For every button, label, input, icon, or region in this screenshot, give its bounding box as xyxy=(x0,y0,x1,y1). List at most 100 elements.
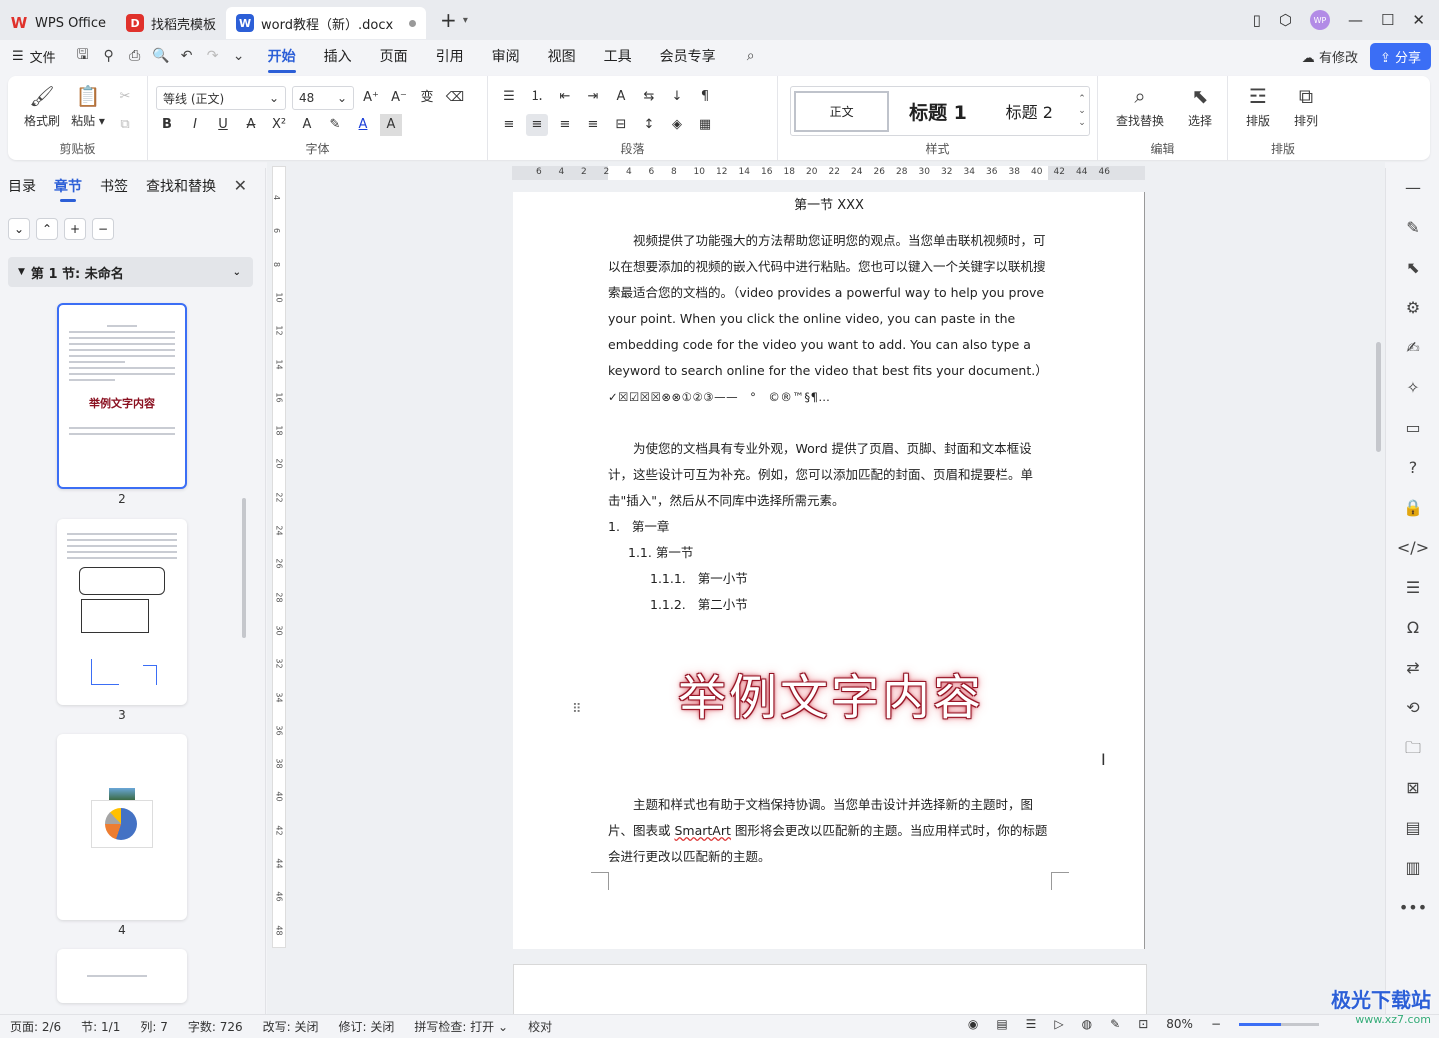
cube-icon[interactable]: ⬡ xyxy=(1279,11,1292,29)
eye-icon[interactable]: ◉ xyxy=(968,1017,978,1031)
ai-write-icon[interactable]: ✍ xyxy=(1386,328,1439,368)
list-item[interactable]: 1.1.1. 第一小节 xyxy=(608,566,1055,592)
bullet-list-icon[interactable]: ☰ xyxy=(498,86,520,108)
pen-view-icon[interactable]: ✎ xyxy=(1110,1017,1120,1031)
select-button[interactable]: ⬉ 选择 xyxy=(1178,84,1222,129)
tab-wps-office[interactable]: W WPS Office xyxy=(0,7,116,39)
more-icon[interactable]: ••• xyxy=(1386,888,1439,928)
superscript-icon[interactable]: X² xyxy=(268,114,290,136)
menu-tab-page[interactable]: 页面 xyxy=(380,46,408,66)
outline-view-icon[interactable]: ☰ xyxy=(1026,1017,1037,1031)
paragraph-2[interactable]: 为使您的文档具有专业外观，Word 提供了页眉、页脚、封面和文本框设计，这些设计… xyxy=(608,436,1055,514)
status-words[interactable]: 字数: 726 xyxy=(188,1018,243,1035)
share-button[interactable]: ⇪ 分享 xyxy=(1369,43,1431,70)
history-icon[interactable]: ⟲ xyxy=(1386,688,1439,728)
menu-tab-view[interactable]: 视图 xyxy=(548,46,576,66)
page-thumbnail-2[interactable]: 举例文字内容 xyxy=(57,303,187,489)
status-spellcheck[interactable]: 拼写检查: 打开 ⌄ xyxy=(414,1018,508,1035)
avatar[interactable]: WP xyxy=(1309,10,1330,30)
panel-scrollbar[interactable] xyxy=(242,498,246,638)
document-check-icon[interactable]: ▤ xyxy=(1386,808,1439,848)
menu-tab-home[interactable]: 开始 xyxy=(267,46,296,73)
page-thumbnail-4[interactable] xyxy=(57,734,187,920)
bold-icon[interactable]: B xyxy=(156,114,178,136)
print-preview-icon[interactable]: 🔍 xyxy=(150,48,172,64)
help-icon[interactable]: ? xyxy=(1386,448,1439,488)
menu-tab-tools[interactable]: 工具 xyxy=(604,46,632,66)
fit-screen-icon[interactable]: ⊡ xyxy=(1138,1017,1148,1031)
sort-icon[interactable]: ↓ xyxy=(666,86,688,108)
style-gallery-expand-icon[interactable]: ⌃ ⌄ ⌄ xyxy=(1075,93,1089,129)
close-panel-icon[interactable]: ✕ xyxy=(234,176,247,195)
file-menu[interactable]: ☰ 文件 xyxy=(12,47,56,66)
add-section-icon[interactable]: + xyxy=(64,218,86,240)
format-painter-button[interactable]: 🖌 格式刷 xyxy=(20,84,64,129)
shrink-font-icon[interactable]: A⁻ xyxy=(388,87,410,109)
char-shading-icon[interactable]: A xyxy=(380,114,402,136)
font-name-select[interactable]: 等线 (正文) ⌄ xyxy=(156,86,286,110)
play-icon[interactable]: ▷ xyxy=(1054,1017,1063,1031)
align-center-icon[interactable]: ≡ xyxy=(526,114,548,136)
close-window-icon[interactable]: ✕ xyxy=(1412,11,1425,29)
modified-status[interactable]: ☁ 有修改 xyxy=(1302,47,1358,66)
tab-sections[interactable]: 章节 xyxy=(54,176,82,202)
word-art-text[interactable]: 举例文字内容 xyxy=(678,658,984,728)
drag-handle-icon[interactable]: ⠿ xyxy=(572,702,582,717)
clear-format-icon[interactable]: ⌫ xyxy=(444,87,466,109)
tab-bookmarks[interactable]: 书签 xyxy=(100,176,128,196)
zoom-slider[interactable] xyxy=(1239,1022,1319,1026)
redo-icon[interactable]: ↷ xyxy=(202,48,224,64)
increase-indent-icon[interactable]: ⇥ xyxy=(582,86,604,108)
omega-icon[interactable]: Ω xyxy=(1386,608,1439,648)
style-heading1[interactable]: 标题 1 xyxy=(892,98,983,125)
reader-icon[interactable]: ▭ xyxy=(1386,408,1439,448)
show-marks-icon[interactable]: ¶ xyxy=(694,86,716,108)
pen-icon[interactable]: ✎ xyxy=(1386,208,1439,248)
strikethrough-icon[interactable]: A xyxy=(240,114,262,136)
underline-icon[interactable]: U xyxy=(212,114,234,136)
paragraph-1[interactable]: 视频提供了功能强大的方法帮助您证明您的观点。当您单击联机视频时，可以在想要添加的… xyxy=(608,228,1055,384)
magic-tools-icon[interactable]: ✧ xyxy=(1386,368,1439,408)
page-thumbnail-3[interactable] xyxy=(57,519,187,705)
outline-icon[interactable]: ☰ xyxy=(1386,568,1439,608)
quick-access-chevron-icon[interactable]: ⌄ xyxy=(228,48,250,64)
code-icon[interactable]: </> xyxy=(1386,528,1439,568)
text-effect-icon[interactable]: A xyxy=(296,114,318,136)
list-item[interactable]: 1.1. 第一节 xyxy=(608,540,1055,566)
menu-tab-member[interactable]: 会员专享 xyxy=(660,46,716,66)
align-right-icon[interactable]: ≡ xyxy=(554,114,576,136)
tab-toc[interactable]: 目录 xyxy=(8,176,36,196)
sliders-icon[interactable]: ⚙ xyxy=(1386,288,1439,328)
distribute-icon[interactable]: ⊟ xyxy=(610,114,632,136)
move-down-icon[interactable]: ⌄ xyxy=(8,218,30,240)
unsaved-dot-icon[interactable] xyxy=(409,19,417,27)
menu-tab-references[interactable]: 引用 xyxy=(436,46,464,66)
tab-find-replace[interactable]: 查找和替换 xyxy=(146,176,216,196)
italic-icon[interactable]: I xyxy=(184,114,206,136)
undo-icon[interactable]: ↶ xyxy=(176,48,198,64)
collapse-icon[interactable]: — xyxy=(1386,168,1439,208)
font-color-icon[interactable]: A xyxy=(352,114,374,136)
menu-tab-insert[interactable]: 插入 xyxy=(324,46,352,66)
document-scrollbar[interactable] xyxy=(1376,342,1381,452)
minimize-icon[interactable]: — xyxy=(1348,11,1363,29)
copy-icon[interactable]: ⧉ xyxy=(114,114,136,136)
section-header[interactable]: ▼ 第 1 节: 未命名 ⌄ xyxy=(8,257,253,287)
cut-icon[interactable]: ✂ xyxy=(114,86,136,108)
document-search-icon[interactable]: ▥ xyxy=(1386,848,1439,888)
move-up-icon[interactable]: ⌃ xyxy=(36,218,58,240)
remove-section-icon[interactable]: − xyxy=(92,218,114,240)
tab-list-chevron-icon[interactable]: ▾ xyxy=(463,15,468,26)
lock-icon[interactable]: 🔒 xyxy=(1386,488,1439,528)
text-direction-icon[interactable]: ⇆ xyxy=(638,86,660,108)
find-replace-button[interactable]: ⌕ 查找替换 xyxy=(1110,84,1170,129)
page-thumbnail-5[interactable] xyxy=(57,949,187,1003)
status-proof[interactable]: 校对 xyxy=(528,1018,552,1035)
status-section[interactable]: 节: 1/1 xyxy=(81,1018,120,1035)
style-heading2[interactable]: 标题 2 xyxy=(984,99,1075,123)
page-view-icon[interactable]: ▤ xyxy=(996,1017,1007,1031)
print-icon[interactable]: ⎙ xyxy=(124,48,146,64)
zoom-level[interactable]: 80% xyxy=(1166,1017,1193,1031)
chinese-layout-icon[interactable]: A xyxy=(610,86,632,108)
decrease-indent-icon[interactable]: ⇤ xyxy=(554,86,576,108)
